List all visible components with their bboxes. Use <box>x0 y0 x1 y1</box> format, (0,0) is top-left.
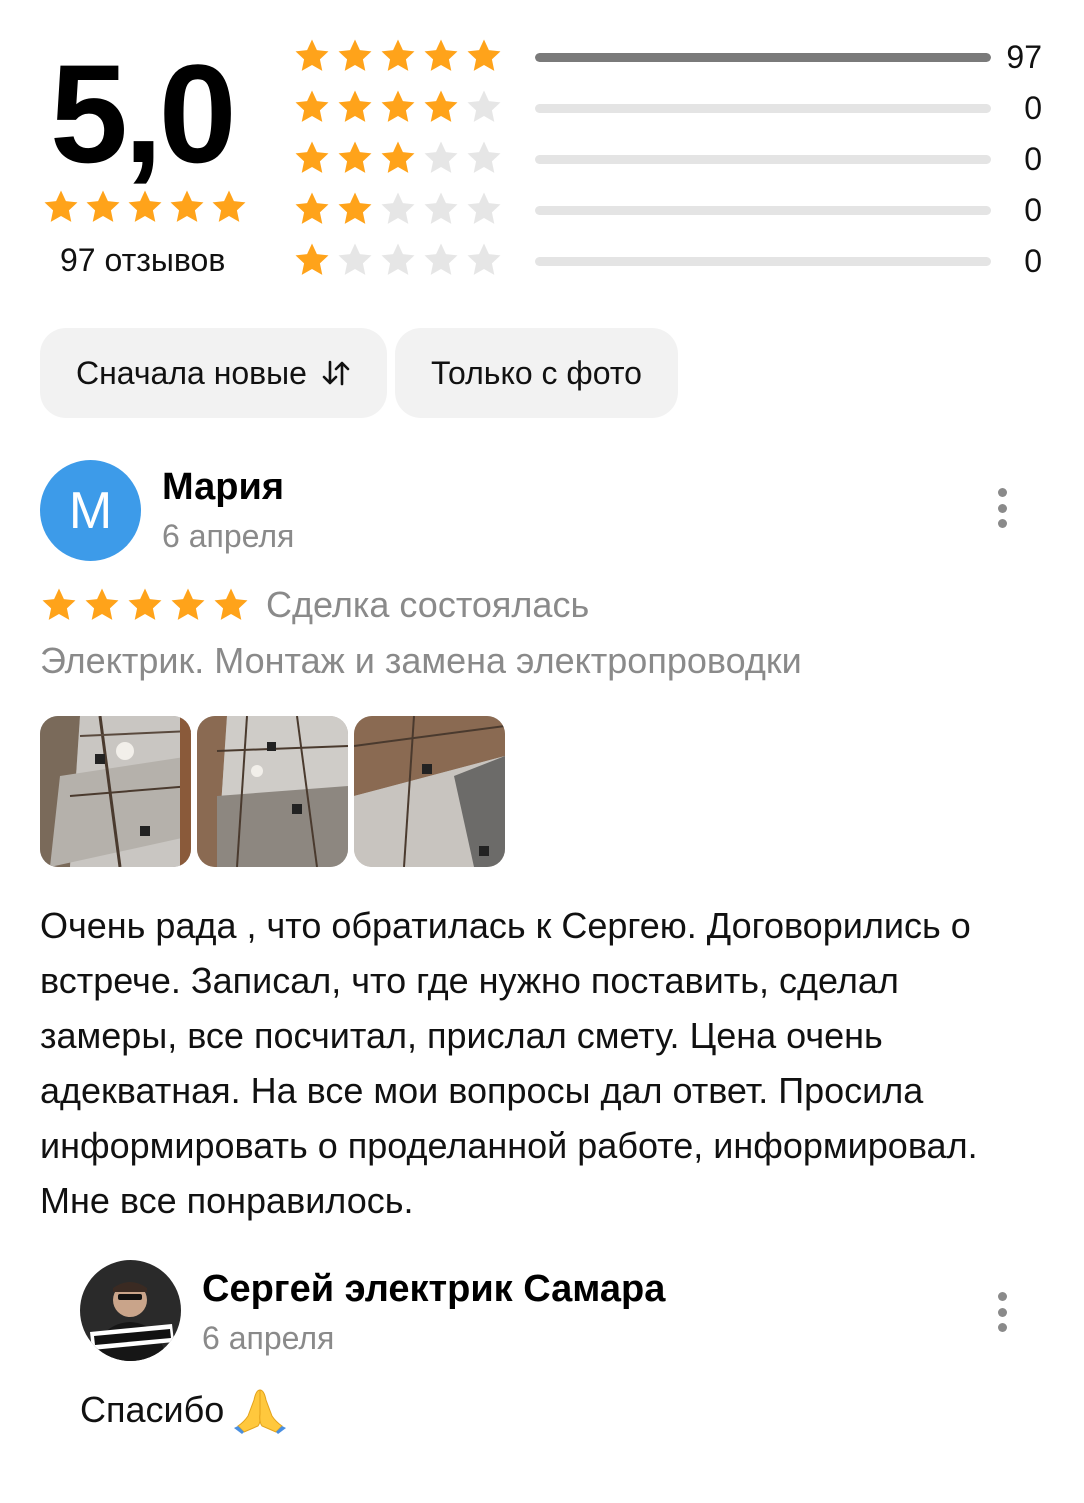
distribution-row-5: 97 <box>293 35 1050 86</box>
star-filled-icon <box>379 88 417 126</box>
distribution-count: 0 <box>1024 90 1042 126</box>
distribution-row-4: 0 <box>293 86 1050 137</box>
distribution-bar <box>535 206 991 215</box>
star-empty-icon <box>422 139 460 177</box>
avatar: М <box>40 460 141 561</box>
distribution-bar-fill <box>535 53 991 62</box>
star-filled-icon <box>336 88 374 126</box>
star-filled-icon <box>40 586 78 624</box>
distribution-count: 0 <box>1024 192 1042 228</box>
star-filled-icon <box>84 188 122 226</box>
star-empty-icon <box>379 190 417 228</box>
star-filled-icon <box>210 188 248 226</box>
reply-text: Спасибо <box>80 1389 225 1430</box>
review-stars <box>40 586 250 624</box>
distribution-bar <box>535 155 991 164</box>
star-filled-icon <box>293 139 331 177</box>
distribution-count: 0 <box>1024 141 1042 177</box>
star-filled-icon <box>379 37 417 75</box>
distribution-row-2: 0 <box>293 188 1050 239</box>
star-filled-icon <box>336 37 374 75</box>
star-filled-icon <box>212 586 250 624</box>
star-filled-icon <box>42 188 80 226</box>
distribution-bar <box>535 53 991 62</box>
overall-stars <box>42 188 248 226</box>
review-photo-3[interactable] <box>354 716 505 867</box>
star-empty-icon <box>465 88 503 126</box>
star-filled-icon <box>293 88 331 126</box>
distribution-stars <box>293 190 503 228</box>
star-filled-icon <box>83 586 121 624</box>
star-empty-icon <box>465 139 503 177</box>
star-filled-icon <box>126 586 164 624</box>
reply-date: 6 апреля <box>202 1320 335 1356</box>
sort-newest-button[interactable]: Сначала новые <box>40 328 387 418</box>
star-filled-icon <box>379 139 417 177</box>
reviews-count: 97 отзывов <box>60 242 226 278</box>
rating-distribution: 97 0 0 0 0 <box>293 35 1050 290</box>
sort-arrows-icon <box>321 358 351 388</box>
distribution-bar <box>535 104 991 113</box>
more-options-icon[interactable] <box>996 488 1008 528</box>
star-filled-icon <box>126 188 164 226</box>
review-photos <box>40 716 505 867</box>
rating-summary: 5,0 97 отзывов 97 0 0 0 0 <box>40 30 1050 290</box>
star-empty-icon <box>379 241 417 279</box>
star-filled-icon <box>168 188 206 226</box>
review-author: Мария <box>162 466 284 508</box>
review-filters: Сначала новые Только с фото <box>40 328 678 418</box>
review-text: Очень рада , что обратилась к Сергею. До… <box>40 905 978 1221</box>
reply-author: Сергей электрик Самара <box>202 1268 666 1310</box>
average-rating: 5,0 <box>50 35 237 192</box>
distribution-stars <box>293 241 503 279</box>
more-options-icon[interactable] <box>996 1292 1008 1332</box>
distribution-stars <box>293 139 503 177</box>
sort-label: Сначала новые <box>76 354 307 391</box>
star-filled-icon <box>169 586 207 624</box>
star-filled-icon <box>422 37 460 75</box>
star-filled-icon <box>293 37 331 75</box>
distribution-row-3: 0 <box>293 137 1050 188</box>
star-filled-icon <box>293 190 331 228</box>
distribution-count: 0 <box>1024 243 1042 279</box>
distribution-stars <box>293 37 503 75</box>
distribution-count: 97 <box>1006 39 1042 75</box>
star-filled-icon <box>293 241 331 279</box>
service-name: Электрик. Монтаж и замена электропроводк… <box>40 640 802 681</box>
review-photo-2[interactable] <box>197 716 348 867</box>
star-filled-icon <box>422 88 460 126</box>
star-filled-icon <box>465 37 503 75</box>
reply-text-row: Спасибо <box>80 1386 287 1434</box>
review-date: 6 апреля <box>162 518 295 554</box>
review-photo-1[interactable] <box>40 716 191 867</box>
star-filled-icon <box>336 139 374 177</box>
distribution-bar <box>535 257 991 266</box>
distribution-row-1: 0 <box>293 239 1050 290</box>
photo-only-filter-button[interactable]: Только с фото <box>394 328 678 418</box>
star-empty-icon <box>465 241 503 279</box>
star-empty-icon <box>336 241 374 279</box>
deal-status: Сделка состоялась <box>266 584 590 625</box>
photo-only-label: Только с фото <box>430 354 642 391</box>
distribution-stars <box>293 88 503 126</box>
reply-avatar <box>80 1260 181 1361</box>
avatar-letter: М <box>68 481 113 540</box>
folded-hands-icon <box>234 1386 287 1434</box>
star-filled-icon <box>336 190 374 228</box>
star-empty-icon <box>465 190 503 228</box>
star-empty-icon <box>422 190 460 228</box>
star-empty-icon <box>422 241 460 279</box>
